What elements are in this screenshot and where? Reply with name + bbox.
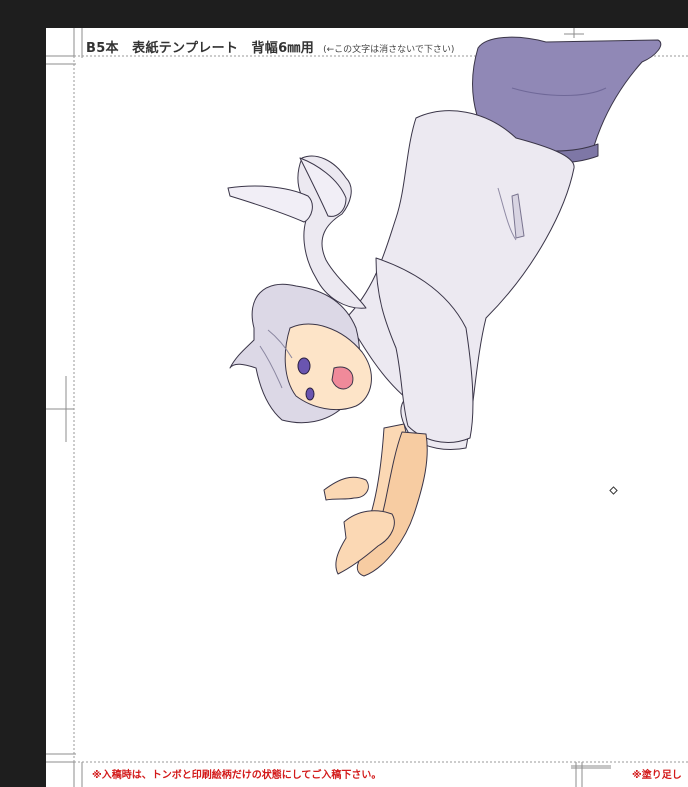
submission-note: ※入稿時は、トンボと印刷絵柄だけの状態にしてご入稿下さい。 — [92, 770, 382, 781]
bleed-note: ※塗り足し — [632, 770, 682, 781]
illustration-layer[interactable] — [46, 28, 688, 787]
mouth — [331, 366, 354, 390]
canvas-workspace[interactable]: B5本 表紙テンプレート 背幅6㎜用 (←この文字は消さないで下さい) ※入稿時… — [0, 0, 688, 787]
cursor-marker-icon — [609, 486, 618, 495]
eye-icon — [305, 387, 315, 401]
eye-icon — [297, 357, 311, 375]
document-page[interactable]: B5本 表紙テンプレート 背幅6㎜用 (←この文字は消さないで下さい) ※入稿時… — [46, 28, 688, 787]
character-illustration[interactable] — [227, 36, 662, 577]
hand — [323, 476, 369, 501]
